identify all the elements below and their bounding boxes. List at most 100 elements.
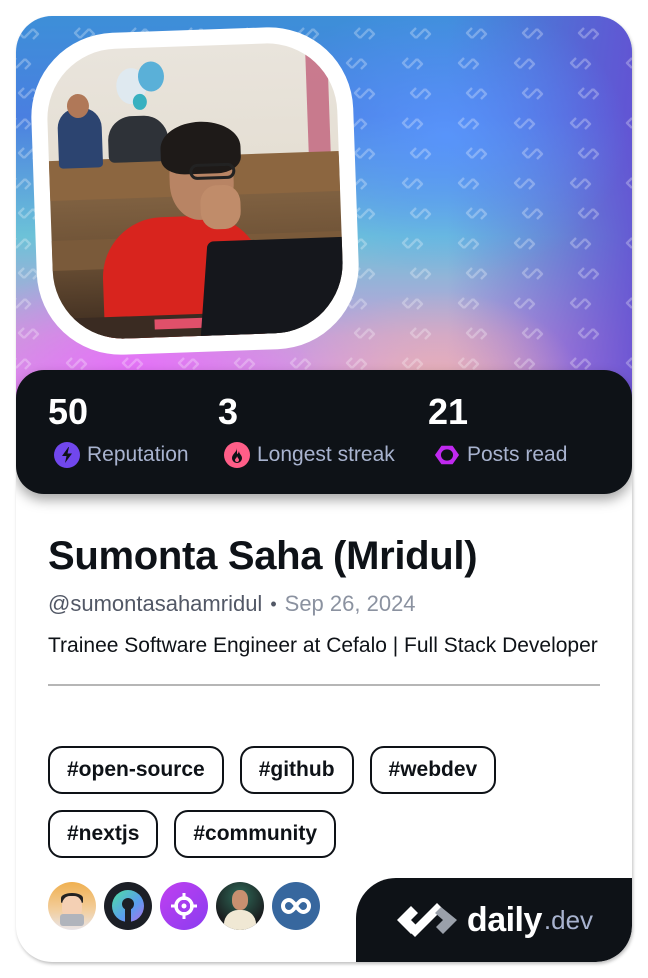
stat-label: Reputation [87, 443, 189, 466]
pattern-glyph [233, 357, 256, 370]
stat-value: 3 [218, 391, 239, 432]
pattern-glyph [353, 207, 376, 220]
pattern-glyph [401, 357, 424, 370]
pattern-glyph [521, 327, 544, 340]
pattern-glyph [16, 238, 32, 250]
pattern-glyph [401, 297, 424, 310]
squad-list [48, 882, 320, 930]
avatar [45, 41, 345, 341]
pattern-glyph [625, 117, 632, 129]
pattern-glyph [465, 27, 488, 40]
tag-webdev[interactable]: #webdev [369, 746, 497, 794]
stat-label: Longest streak [257, 443, 395, 466]
join-date: Sep 26, 2024 [284, 591, 416, 616]
pattern-glyph [625, 357, 632, 369]
pattern-glyph [409, 267, 432, 280]
stat-value: 21 [428, 391, 469, 432]
pattern-glyph [569, 297, 592, 310]
crosshair-icon [171, 893, 197, 919]
pattern-glyph [521, 87, 544, 100]
profile-bio: Trainee Software Engineer at Cefalo | Fu… [48, 634, 598, 657]
pattern-glyph [625, 237, 632, 249]
pattern-glyph [465, 267, 488, 280]
pattern-glyph [569, 117, 592, 130]
pattern-glyph [401, 117, 424, 130]
stat-value: 50 [48, 391, 89, 432]
pattern-glyph [521, 207, 544, 220]
pattern-glyph [577, 327, 600, 340]
pattern-glyph [17, 27, 40, 40]
pattern-glyph [409, 27, 432, 40]
pattern-glyph [353, 27, 376, 40]
brand-dev: .dev [543, 904, 594, 935]
profile-handle: @sumontasahamridul [48, 591, 263, 616]
pattern-glyph [457, 357, 480, 370]
pattern-glyph [457, 177, 480, 190]
divider [48, 684, 600, 686]
pattern-glyph [577, 147, 600, 160]
tag-community[interactable]: #community [174, 810, 337, 858]
pattern-glyph [513, 297, 536, 310]
stat-reputation: 50 Reputation [48, 390, 189, 468]
pattern-glyph [345, 57, 368, 70]
tag-nextjs[interactable]: #nextjs [48, 810, 159, 858]
stat-posts-read: 21 Posts read [428, 390, 567, 468]
pattern-glyph [16, 178, 32, 190]
pattern-glyph [521, 27, 544, 40]
pattern-glyph [457, 117, 480, 130]
cover-background [16, 16, 632, 416]
pattern-glyph [513, 357, 536, 370]
tag-open-source[interactable]: #open-source [48, 746, 224, 794]
pattern-glyph [577, 207, 600, 220]
daily-dev-logo-icon [396, 903, 457, 937]
pattern-glyph [16, 298, 32, 310]
pattern-glyph [409, 207, 432, 220]
avatar-frame [28, 24, 362, 358]
pattern-glyph [353, 147, 376, 160]
pattern-glyph [16, 358, 32, 370]
pattern-glyph [457, 237, 480, 250]
brand-daily: daily [466, 900, 542, 939]
tag-github[interactable]: #github [239, 746, 354, 794]
pattern-glyph [65, 357, 88, 370]
pattern-glyph [121, 357, 144, 370]
pattern-glyph [577, 27, 600, 40]
pattern-glyph [465, 147, 488, 160]
squad-avatar-open-source[interactable] [104, 882, 152, 930]
infinity-icon [281, 897, 311, 915]
pattern-glyph [569, 357, 592, 370]
pattern-glyph [513, 117, 536, 130]
squad-avatar-infinity[interactable] [272, 882, 320, 930]
pattern-glyph [401, 237, 424, 250]
flame-icon [224, 442, 250, 468]
squad-avatar-memoji[interactable] [48, 882, 96, 930]
pattern-glyph [625, 57, 632, 69]
pattern-glyph [16, 58, 32, 70]
pattern-glyph [569, 177, 592, 190]
squad-avatar-crosshair[interactable] [160, 882, 208, 930]
tag-list: #open-source #github #webdev #nextjs #co… [48, 746, 600, 858]
pattern-glyph [401, 177, 424, 190]
pattern-glyph [625, 297, 632, 309]
pattern-glyph [569, 57, 592, 70]
devcard: 50 Reputation 3 Longest streak 21 Posts … [16, 16, 632, 962]
reading-ring-icon [434, 442, 460, 468]
pattern-glyph [353, 87, 376, 100]
pattern-glyph [17, 267, 40, 280]
pattern-glyph [289, 357, 312, 370]
pattern-glyph [409, 327, 432, 340]
pattern-glyph [177, 357, 200, 370]
profile-name: Sumonta Saha (Mridul) [48, 534, 478, 578]
pattern-glyph [409, 87, 432, 100]
pattern-glyph [465, 207, 488, 220]
stat-label: Posts read [467, 443, 568, 466]
pattern-glyph [577, 87, 600, 100]
pattern-glyph [457, 57, 480, 70]
pattern-glyph [457, 297, 480, 310]
stats-bar: 50 Reputation 3 Longest streak 21 Posts … [16, 370, 632, 494]
pattern-glyph [17, 327, 40, 340]
pattern-glyph [521, 267, 544, 280]
pattern-glyph [569, 237, 592, 250]
squad-avatar-person[interactable] [216, 882, 264, 930]
pattern-glyph [409, 147, 432, 160]
